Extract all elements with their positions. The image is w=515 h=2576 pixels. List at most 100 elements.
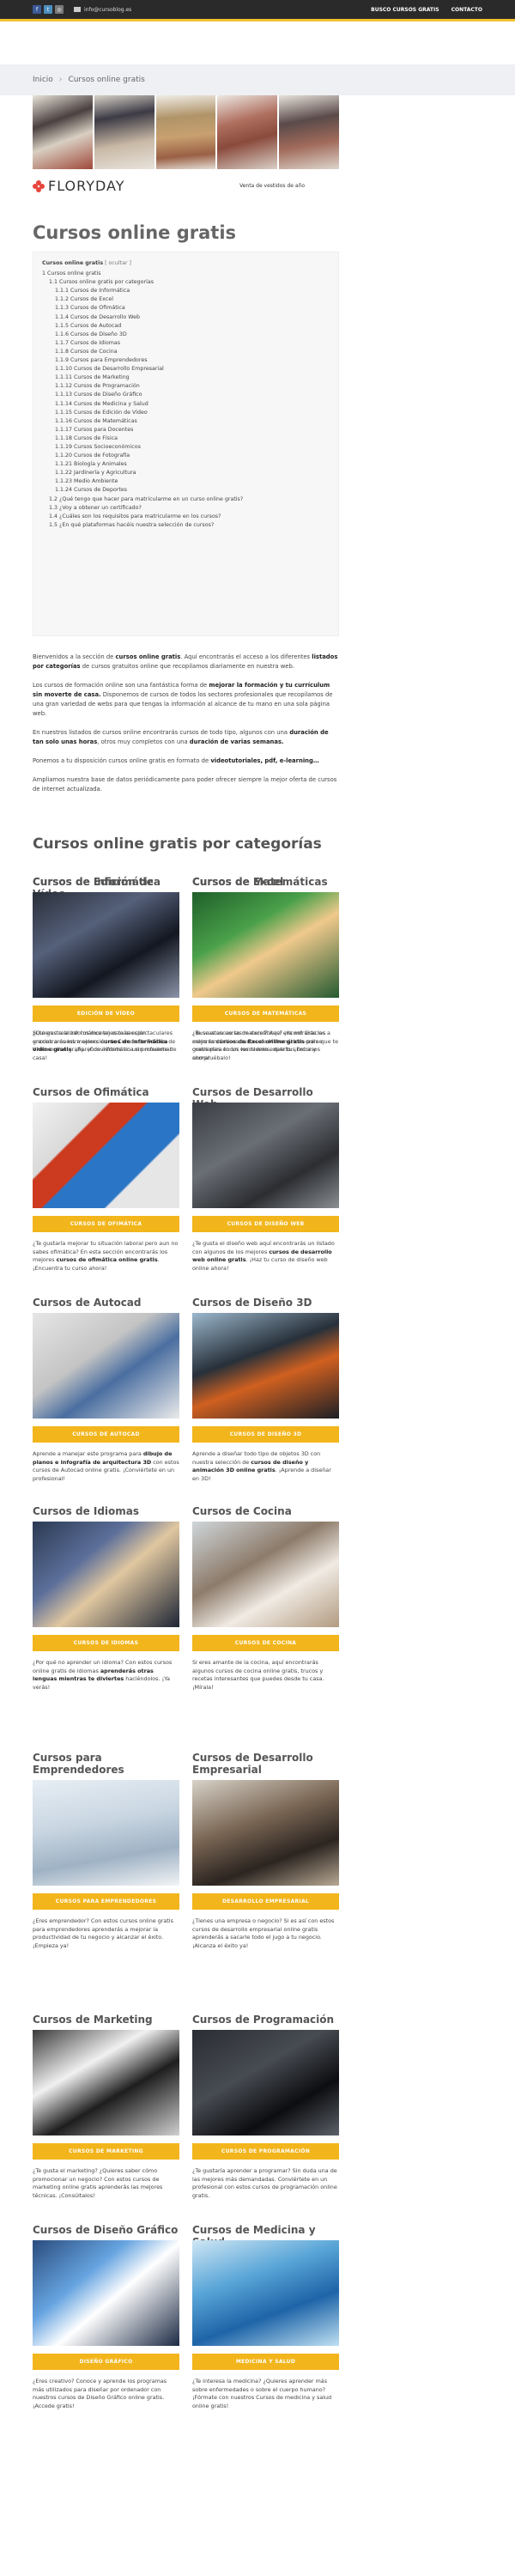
- category-title[interactable]: Cursos de Diseño 3D: [192, 1297, 339, 1310]
- category-title[interactable]: Cursos de Marketing: [33, 2014, 179, 2027]
- toc-item[interactable]: 1.5 ¿En qué plataformas hacéis nuestra s…: [42, 521, 330, 530]
- category-card: Cursos de Idiomas CURSOS DE IDIOMAS ¿Por q…: [33, 1505, 179, 1692]
- section-title: Cursos online gratis por categorías: [33, 835, 322, 853]
- category-title[interactable]: Cursos de Programación: [192, 2014, 339, 2027]
- toc-item[interactable]: 1.1 Cursos online gratis por categorías: [42, 278, 330, 287]
- facebook-icon[interactable]: f: [33, 5, 41, 14]
- toc-item[interactable]: 1 Cursos online gratis: [42, 270, 330, 278]
- toc-item[interactable]: 1.1.21 Biología y Animales: [42, 460, 330, 469]
- toc-item[interactable]: 1.1.19 Cursos Socioeconómicos: [42, 443, 330, 452]
- toc-item[interactable]: 1.1.13 Cursos de Diseño Gráfico: [42, 391, 330, 399]
- toc-item[interactable]: 1.1.4 Cursos de Desarrollo Web: [42, 313, 330, 322]
- category-button[interactable]: CURSOS DE MATEMÁTICAS: [192, 1005, 339, 1022]
- category-image[interactable]: [33, 2240, 179, 2346]
- category-image[interactable]: [192, 892, 339, 998]
- toc-item[interactable]: 1.1.3 Cursos de Ofimática: [42, 304, 330, 313]
- toc-item[interactable]: 1.1.6 Cursos de Diseño 3D: [42, 331, 330, 339]
- table-of-contents: Cursos online gratis [ ocultar ] 1 Curso…: [33, 252, 339, 636]
- category-card: Cursos de Medicina y Salud MEDICINA Y SAL…: [192, 2224, 339, 2410]
- category-image[interactable]: [33, 1780, 179, 1886]
- intro-paragraph: En nuestros listados de cursos online en…: [33, 729, 329, 745]
- category-title[interactable]: Cursos para Emprendedores: [33, 1752, 179, 1777]
- toc-item[interactable]: 1.1.10 Cursos de Desarrollo Empresarial: [42, 365, 330, 374]
- category-button[interactable]: CURSOS DE DISEÑO 3D: [192, 1426, 339, 1443]
- toc-item[interactable]: 1.1.5 Cursos de Autocad: [42, 322, 330, 331]
- category-title[interactable]: Cursos de Medicina y Salud: [192, 2224, 339, 2248]
- toc-item[interactable]: 1.1.24 Cursos de Deportes: [42, 486, 330, 495]
- toc-item[interactable]: 1.1.11 Cursos de Marketing: [42, 374, 330, 382]
- toc-item[interactable]: 1.1.22 Jardinería y Agricultura: [42, 469, 330, 477]
- category-button[interactable]: CURSOS DE AUTOCAD: [33, 1426, 179, 1443]
- category-card: Cursos de Autocad CURSOS DE AUTOCAD Aprend…: [33, 1297, 179, 1483]
- nav-busco-cursos[interactable]: BUSCO CURSOS GRATIS: [371, 7, 439, 13]
- category-image[interactable]: [192, 1522, 339, 1627]
- header-area: [0, 21, 515, 64]
- toc-item[interactable]: 1.1.17 Cursos para Docentes: [42, 426, 330, 434]
- category-image[interactable]: [33, 892, 179, 998]
- toc-item[interactable]: 1.1.2 Cursos de Excel: [42, 295, 330, 304]
- breadcrumb-home[interactable]: Inicio: [33, 76, 53, 84]
- category-button[interactable]: MEDICINA Y SALUD: [192, 2354, 339, 2370]
- category-title[interactable]: Cursos de Matemáticas: [192, 876, 339, 890]
- category-image[interactable]: [33, 2030, 179, 2136]
- toc-item[interactable]: 1.1.15 Cursos de Edición de Vídeo: [42, 409, 330, 417]
- category-title[interactable]: Cursos de Desarrollo Web: [192, 1086, 339, 1110]
- category-title[interactable]: Cursos de Desarrollo Empresarial: [192, 1752, 339, 1777]
- instagram-icon[interactable]: ◎: [55, 5, 64, 14]
- category-image[interactable]: [33, 1522, 179, 1627]
- category-title[interactable]: Cursos de Diseño Gráfico: [33, 2224, 179, 2238]
- category-description: ¿Te se atascan las matemáticas? ¡Ya no! …: [192, 1030, 330, 1061]
- toc-item[interactable]: 1.1.12 Cursos de Programación: [42, 382, 330, 391]
- category-description: ¿Te interesa la medicina? ¿Quieres apren…: [192, 2378, 332, 2409]
- toc-item[interactable]: 1.1.7 Cursos de Idiomas: [42, 339, 330, 348]
- category-image[interactable]: [33, 1313, 179, 1419]
- ad-images: [33, 95, 339, 169]
- category-description: Aprende a manejar este programa para dib…: [33, 1450, 179, 1482]
- toc-item[interactable]: 1.1.18 Cursos de Física: [42, 434, 330, 443]
- category-button[interactable]: CURSOS DE IDIOMAS: [33, 1635, 179, 1651]
- toc-item[interactable]: 1.1.8 Cursos de Cocina: [42, 348, 330, 356]
- category-button[interactable]: CURSOS DE COCINA: [192, 1635, 339, 1651]
- toc-item[interactable]: 1.4 ¿Cuáles son los requisitos para matr…: [42, 513, 330, 521]
- category-title[interactable]: Cursos de Ofimática: [33, 1086, 179, 1100]
- category-title[interactable]: Cursos de Cocina: [192, 1505, 339, 1519]
- toc-item[interactable]: 1.1.9 Cursos para Emprendedores: [42, 356, 330, 365]
- category-card: Cursos de Diseño Gráfico DISEÑO GRÁFICO ¿E…: [33, 2224, 179, 2410]
- category-title[interactable]: Cursos de Edición de Vídeo: [33, 876, 179, 900]
- toc-item[interactable]: 1.1.23 Medio Ambiente: [42, 477, 330, 486]
- category-image[interactable]: [192, 2030, 339, 2136]
- category-button[interactable]: CURSOS DE PROGRAMACIÓN: [192, 2143, 339, 2160]
- category-image[interactable]: [192, 1103, 339, 1208]
- category-button[interactable]: DISEÑO GRÁFICO: [33, 2354, 179, 2370]
- category-button[interactable]: CURSOS DE MARKETING: [33, 2143, 179, 2160]
- category-button[interactable]: EDICIÓN DE VÍDEO: [33, 1005, 179, 1022]
- category-image[interactable]: [192, 2240, 339, 2346]
- toc-toggle[interactable]: [ ocultar ]: [105, 260, 131, 266]
- category-button[interactable]: CURSOS DE OFIMÁTICA: [33, 1216, 179, 1232]
- toc-item[interactable]: 1.1.20 Cursos de Fotografía: [42, 452, 330, 460]
- toc-item[interactable]: 1.1.1 Cursos de Informática: [42, 287, 330, 295]
- category-button[interactable]: CURSOS PARA EMPRENDEDORES: [33, 1893, 179, 1910]
- intro-text: Bienvenidos a la sección de cursos onlin…: [33, 653, 339, 794]
- category-description: ¿Te gustaría mejorar tu situación labora…: [33, 1240, 179, 1272]
- toc-item[interactable]: 1.1.14 Cursos de Medicina y Salud: [42, 400, 330, 409]
- category-image[interactable]: [192, 1780, 339, 1886]
- category-button[interactable]: DESARROLLO EMPRESARIAL: [192, 1893, 339, 1910]
- top-nav: BUSCO CURSOS GRATIS CONTACTO: [371, 7, 482, 13]
- toc-item[interactable]: 1.2 ¿Qué tengo que hacer para matricular…: [42, 495, 330, 504]
- breadcrumb: Inicio › Cursos online gratis: [0, 64, 515, 95]
- toc-item[interactable]: 1.3 ¿Voy a obtener un certificado?: [42, 504, 330, 513]
- toc-item[interactable]: 1.1.16 Cursos de Matemáticas: [42, 417, 330, 426]
- advertisement[interactable]: FLORYDAY Venta de vestidos de año: [33, 95, 339, 205]
- intro-paragraph: Bienvenidos a la sección de cursos onlin…: [33, 653, 338, 670]
- contact-email[interactable]: info@cursoblog.es: [74, 7, 131, 13]
- category-image[interactable]: [192, 1313, 339, 1419]
- page-title: Cursos online gratis: [33, 222, 237, 243]
- nav-contacto[interactable]: CONTACTO: [451, 7, 482, 13]
- twitter-icon[interactable]: t: [44, 5, 52, 14]
- category-button[interactable]: CURSOS DE DISEÑO WEB: [192, 1216, 339, 1232]
- category-title[interactable]: Cursos de Idiomas: [33, 1505, 179, 1519]
- category-title[interactable]: Cursos de Autocad: [33, 1297, 179, 1310]
- main-content: FLORYDAY Venta de vestidos de año Cursos…: [33, 95, 339, 887]
- category-image[interactable]: [33, 1103, 179, 1208]
